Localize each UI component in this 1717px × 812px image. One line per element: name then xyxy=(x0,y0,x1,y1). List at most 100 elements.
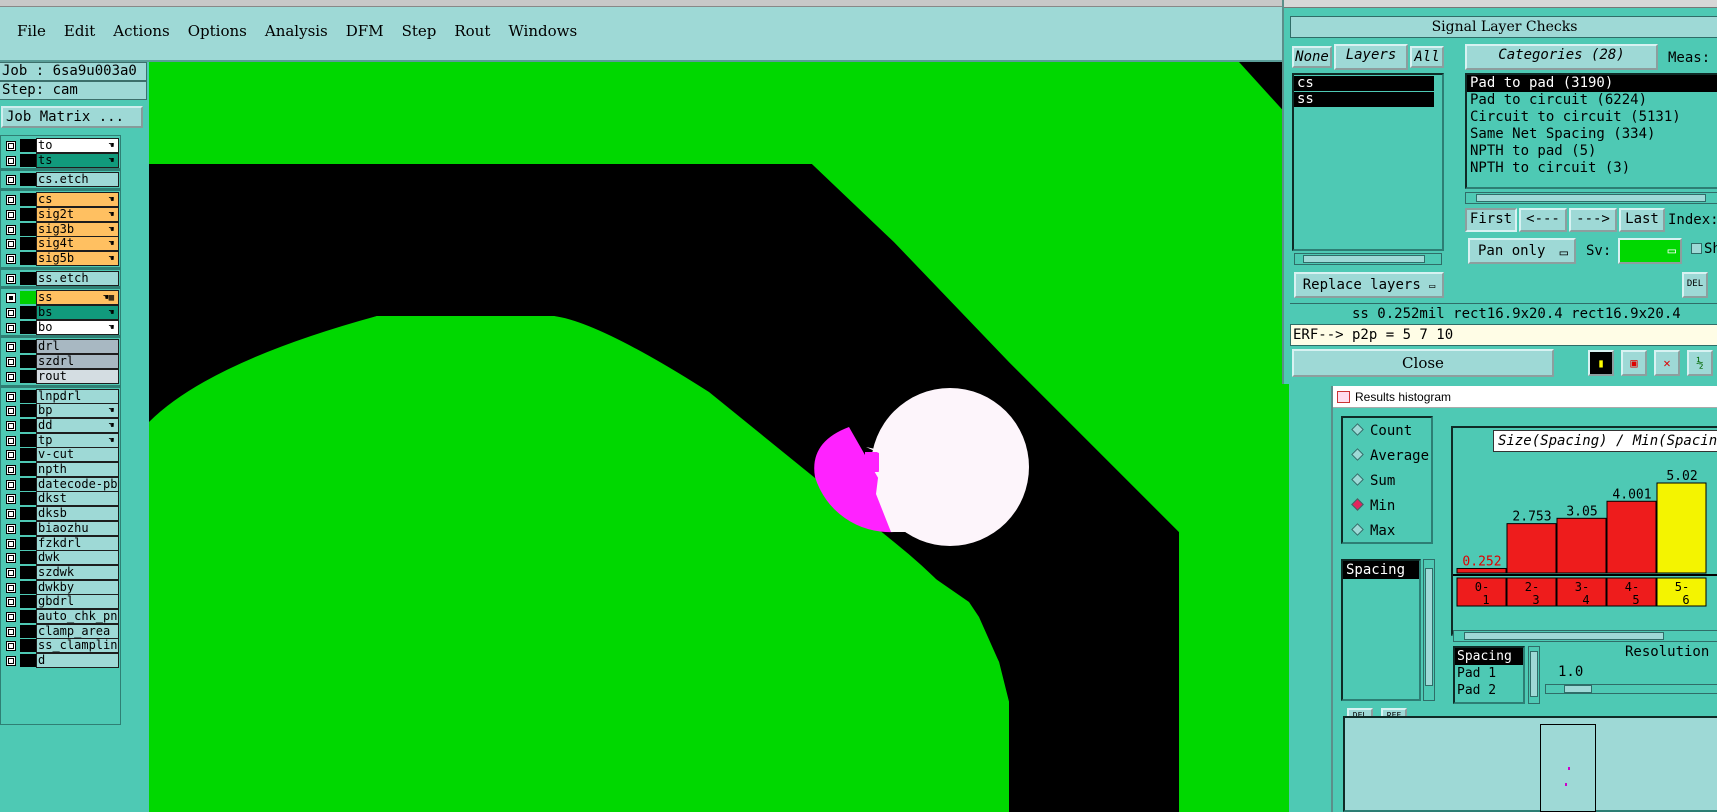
layer-checkbox[interactable] xyxy=(6,155,16,166)
layer-checkbox[interactable] xyxy=(6,523,16,534)
histogram-bar[interactable] xyxy=(1606,500,1657,574)
layer-name[interactable]: dksb xyxy=(36,506,119,522)
toggle-icon[interactable]: ½ xyxy=(1687,350,1713,376)
layer-name[interactable]: to ☚ xyxy=(36,138,119,153)
layer-checkbox[interactable] xyxy=(6,391,16,402)
menu-file[interactable]: File xyxy=(8,22,55,40)
layer-color-swatch[interactable] xyxy=(20,551,36,565)
layer-name[interactable]: v-cut xyxy=(36,447,119,463)
layer-color-swatch[interactable] xyxy=(20,237,36,251)
layer-color-swatch[interactable] xyxy=(20,595,36,609)
layer-result-list[interactable]: cs ss xyxy=(1292,73,1444,251)
first-button[interactable]: First xyxy=(1465,208,1517,232)
layer-name[interactable]: auto_chk_pnl xyxy=(36,609,119,624)
layer-color-swatch[interactable] xyxy=(20,448,36,462)
layer-row-d[interactable]: d xyxy=(1,653,121,669)
layer-row-clamp_area[interactable]: clamp_area xyxy=(1,623,121,639)
menu-step[interactable]: Step xyxy=(393,22,446,40)
layer-row-ss[interactable]: ss ☚▦ xyxy=(1,290,121,306)
pan-mode-select[interactable]: Pan only ▭ xyxy=(1468,238,1576,264)
histogram-bar[interactable] xyxy=(1556,517,1607,574)
layer-color-swatch[interactable] xyxy=(20,355,36,369)
layer-row-bs[interactable]: bs ☚ xyxy=(1,305,121,320)
layer-checkbox[interactable] xyxy=(6,224,16,235)
job-matrix-button[interactable]: Job Matrix ... xyxy=(1,106,143,128)
layer-row-rout[interactable]: rout xyxy=(1,368,121,384)
layer-name[interactable]: datecode-pbe xyxy=(36,476,119,492)
layer-name[interactable]: szdrl xyxy=(36,354,119,370)
layer-name[interactable]: dd ☚ xyxy=(36,417,119,433)
category-list-hscroll[interactable] xyxy=(1465,192,1717,204)
layer-checkbox[interactable] xyxy=(6,582,16,593)
layer-name[interactable]: npth xyxy=(36,462,119,477)
layer-name[interactable]: bs ☚ xyxy=(36,305,119,320)
layer-name[interactable]: ss.etch xyxy=(36,270,119,286)
layer-color-swatch[interactable] xyxy=(20,153,36,167)
layer-name[interactable]: ss ☚▦ xyxy=(36,290,119,306)
layer-color-swatch[interactable] xyxy=(20,418,36,432)
layer-checkbox[interactable] xyxy=(6,322,16,333)
resolution-slider-thumb[interactable] xyxy=(1564,685,1592,693)
layer-row-drl[interactable]: drl xyxy=(1,339,121,355)
layer-row-npth[interactable]: npth xyxy=(1,462,121,477)
category-item[interactable]: NPTH to pad (5) xyxy=(1467,143,1717,160)
layer-name[interactable]: rout xyxy=(36,368,119,384)
layer-checkbox[interactable] xyxy=(6,209,16,220)
layer-color-swatch[interactable] xyxy=(20,463,36,476)
layer-row-biaozhu[interactable]: biaozhu xyxy=(1,520,121,536)
layer-checkbox[interactable] xyxy=(6,371,16,382)
next-button[interactable]: ---> xyxy=(1569,208,1617,232)
cancel-icon[interactable]: ✕ xyxy=(1654,350,1680,376)
result-layer-item[interactable]: cs xyxy=(1294,76,1434,91)
layer-name[interactable]: cs.etch xyxy=(36,172,119,188)
layer-name[interactable]: dwk xyxy=(36,550,119,566)
layer-color-swatch[interactable] xyxy=(20,404,36,418)
layer-name[interactable]: szdwk xyxy=(36,564,119,580)
layer-row-cs[interactable]: cs ☚ xyxy=(1,192,121,208)
layer-row-tp[interactable]: tp ☚ xyxy=(1,432,121,448)
layer-name[interactable]: gbdrl xyxy=(36,594,119,610)
layer-row-sig3b[interactable]: sig3b ☚ xyxy=(1,221,121,237)
layer-row-ss_clampline[interactable]: ss_clampline xyxy=(1,638,121,654)
flag-icon[interactable]: ▮ xyxy=(1588,350,1614,376)
replace-layers-button[interactable]: Replace layers ▭ xyxy=(1294,272,1444,298)
layer-color-swatch[interactable] xyxy=(20,320,36,334)
layer-color-swatch[interactable] xyxy=(20,492,36,506)
histogram-bars[interactable]: 0.252 0-1 2.753 2-3 3.05 3-4 4.001 4-5 5.02 5-6 xyxy=(1453,428,1717,638)
info-list-vscroll[interactable] xyxy=(1528,646,1540,704)
layer-row-dksb[interactable]: dksb xyxy=(1,506,121,522)
layer-color-swatch[interactable] xyxy=(20,291,36,305)
layer-name[interactable]: sig4t ☚ xyxy=(36,236,119,252)
category-item[interactable]: Same Net Spacing (334) xyxy=(1467,126,1717,143)
layer-row-dd[interactable]: dd ☚ xyxy=(1,417,121,433)
layer-row-sig4t[interactable]: sig4t ☚ xyxy=(1,236,121,252)
graphic-canvas[interactable] xyxy=(149,62,1289,812)
layer-name[interactable]: tp ☚ xyxy=(36,432,119,448)
last-button[interactable]: Last xyxy=(1619,208,1665,232)
layer-color-swatch[interactable] xyxy=(20,340,36,354)
histogram-hscroll[interactable] xyxy=(1453,630,1717,642)
sv-color-select[interactable]: ▭ xyxy=(1618,238,1682,264)
layer-color-swatch[interactable] xyxy=(20,369,36,383)
prev-button[interactable]: <--- xyxy=(1519,208,1567,232)
layer-color-swatch[interactable] xyxy=(20,580,36,594)
layer-row-dwk[interactable]: dwk xyxy=(1,550,121,566)
layer-name[interactable]: ts ☚ xyxy=(36,152,119,168)
delete-icon[interactable]: DEL xyxy=(1682,272,1708,298)
menu-rout[interactable]: Rout xyxy=(445,22,499,40)
layer-color-swatch[interactable] xyxy=(20,389,36,403)
category-item[interactable]: Circuit to circuit (5131) xyxy=(1467,109,1717,126)
layer-row-auto_chk_pnl[interactable]: auto_chk_pnl xyxy=(1,609,121,624)
menu-dfm[interactable]: DFM xyxy=(337,22,393,40)
layers-button[interactable]: Layers xyxy=(1334,44,1408,70)
result-layer-item[interactable]: ss xyxy=(1294,92,1434,107)
none-button[interactable]: None xyxy=(1292,46,1332,68)
layer-checkbox[interactable] xyxy=(6,509,16,520)
layer-checkbox[interactable] xyxy=(6,342,16,353)
menu-edit[interactable]: Edit xyxy=(55,22,104,40)
attr-list-vscroll[interactable] xyxy=(1423,559,1435,701)
layer-checkbox[interactable] xyxy=(6,641,16,652)
layer-name[interactable]: drl xyxy=(36,339,119,355)
layer-checkbox[interactable] xyxy=(6,479,16,490)
layer-checkbox[interactable] xyxy=(6,553,16,564)
